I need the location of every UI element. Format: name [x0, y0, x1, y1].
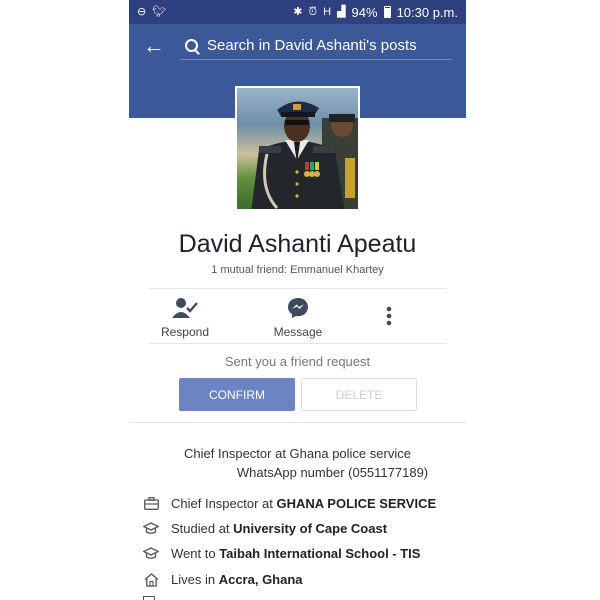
twitter-icon: 🐦︎ [152, 5, 167, 18]
bio-line-2: WhatsApp number (0551177189) [236, 465, 429, 480]
detail-work[interactable]: Chief Inspector at GHANA POLICE SERVICE [143, 496, 463, 511]
profile-photo-illustration [251, 101, 358, 209]
phone-screen: ⊖ 🐦︎ ✱ ⏰︎ H ▟ 94% 10:30 p.m. ← Search in… [129, 0, 466, 600]
respond-label: Respond [160, 325, 210, 339]
back-arrow-icon[interactable]: ← [143, 33, 165, 59]
cut-off-icon [143, 596, 155, 600]
divider [149, 343, 446, 344]
graduation-cap-icon [143, 522, 159, 536]
status-bar: ⊖ 🐦︎ ✱ ⏰︎ H ▟ 94% 10:30 p.m. [129, 0, 466, 24]
bluetooth-icon: ✱ [293, 5, 303, 18]
bio-line-1: Chief Inspector at Ghana police service [184, 446, 411, 461]
search-input[interactable]: Search in David Ashanti's posts [181, 32, 451, 60]
briefcase-icon [143, 497, 159, 511]
detail-education-school[interactable]: Went to Taibah International School - TI… [143, 546, 463, 561]
detail-text: Chief Inspector at GHANA POLICE SERVICE [171, 496, 437, 511]
mutual-friends[interactable]: 1 mutual friend: Emmanuel Khartey [129, 264, 466, 276]
respond-person-check-icon [172, 298, 198, 318]
confirm-button[interactable]: CONFIRM [179, 378, 295, 411]
detail-education-college[interactable]: Studied at University of Cape Coast [143, 521, 463, 536]
more-vertical-icon [386, 306, 392, 326]
message-button[interactable]: Message [258, 297, 338, 339]
search-placeholder: Search in David Ashanti's posts [207, 37, 417, 54]
detail-location[interactable]: Lives in Accra, Ghana [143, 572, 463, 587]
delete-button[interactable]: DELETE [301, 378, 417, 411]
status-right: ✱ ⏰︎ H ▟ 94% 10:30 p.m. [293, 5, 458, 20]
alarm-icon: ⏰︎ [308, 5, 318, 18]
search-icon [185, 38, 199, 53]
more-options-button[interactable] [369, 306, 409, 329]
messenger-icon [288, 298, 308, 318]
graduation-cap-icon [143, 547, 159, 561]
home-icon [143, 572, 159, 587]
divider [129, 422, 466, 423]
signal-icon: ▟ [337, 5, 346, 18]
battery-percent: 94% [351, 4, 378, 20]
detail-text: Studied at University of Cape Coast [171, 521, 388, 536]
bio: Chief Inspector at Ghana police service … [129, 444, 466, 482]
h-network-icon: H [323, 5, 332, 18]
message-label: Message [273, 325, 323, 339]
minus-circle-icon: ⊖ [137, 5, 147, 18]
battery-icon [383, 6, 391, 18]
clock: 10:30 p.m. [396, 4, 458, 20]
respond-button[interactable]: Respond [145, 297, 225, 339]
profile-photo[interactable] [235, 86, 360, 211]
profile-name: David Ashanti Apeatu [178, 230, 417, 258]
detail-text: Lives in Accra, Ghana [171, 572, 303, 587]
status-left: ⊖ 🐦︎ [137, 5, 167, 18]
detail-text: Went to Taibah International School - TI… [171, 546, 421, 561]
divider [149, 288, 446, 289]
friend-request-text: Sent you a friend request [224, 354, 371, 369]
